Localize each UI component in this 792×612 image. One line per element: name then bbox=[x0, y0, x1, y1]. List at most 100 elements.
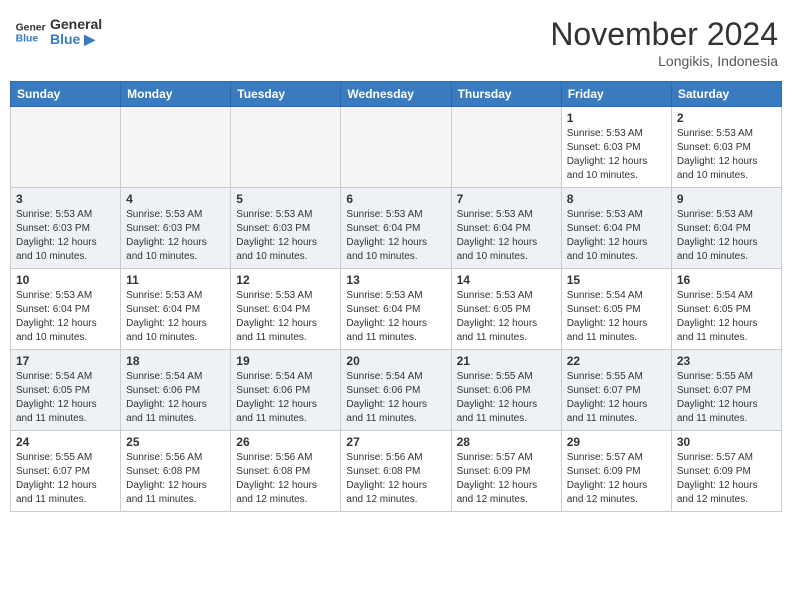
svg-text:General: General bbox=[16, 22, 46, 33]
calendar-table: SundayMondayTuesdayWednesdayThursdayFrid… bbox=[10, 81, 782, 512]
day-number: 4 bbox=[126, 192, 225, 206]
day-info: Sunrise: 5:55 AMSunset: 6:07 PMDaylight:… bbox=[16, 451, 115, 507]
logo: General Blue General Blue ▶ bbox=[14, 16, 102, 48]
day-info: Sunrise: 5:53 AMSunset: 6:04 PMDaylight:… bbox=[346, 289, 445, 345]
day-info: Sunrise: 5:53 AMSunset: 6:04 PMDaylight:… bbox=[677, 208, 776, 264]
location: Longikis, Indonesia bbox=[550, 53, 778, 69]
day-info: Sunrise: 5:53 AMSunset: 6:04 PMDaylight:… bbox=[236, 289, 335, 345]
calendar-cell-11: 11Sunrise: 5:53 AMSunset: 6:04 PMDayligh… bbox=[121, 269, 231, 350]
calendar-cell-18: 18 Sunrise: 5:54 AMSunset: 6:06 PMDayligh… bbox=[121, 350, 231, 431]
day-number: 30 bbox=[677, 435, 776, 449]
calendar-cell-30: 30 Sunrise: 5:57 AMSunset: 6:09 PMDayligh… bbox=[671, 431, 781, 512]
day-info: Sunrise: 5:56 AMSunset: 6:08 PMDaylight:… bbox=[126, 451, 225, 507]
calendar-cell-19: 19Sunrise: 5:54 AMSunset: 6:06 PMDayligh… bbox=[231, 350, 341, 431]
day-number: 21 bbox=[457, 354, 556, 368]
day-info: Sunrise: 5:56 AMSunset: 6:08 PMDaylight:… bbox=[346, 451, 445, 507]
weekday-header-row: SundayMondayTuesdayWednesdayThursdayFrid… bbox=[11, 82, 782, 107]
weekday-header-saturday: Saturday bbox=[671, 82, 781, 107]
day-number: 5 bbox=[236, 192, 335, 206]
weekday-header-sunday: Sunday bbox=[11, 82, 121, 107]
day-info: Sunrise: 5:53 AMSunset: 6:03 PMDaylight:… bbox=[677, 127, 776, 183]
day-number: 9 bbox=[677, 192, 776, 206]
calendar-cell-5: 5 Sunrise: 5:53 AMSunset: 6:03 PMDaylight… bbox=[231, 188, 341, 269]
week-row-4: 17 Sunrise: 5:54 AMSunset: 6:05 PMDayligh… bbox=[11, 350, 782, 431]
calendar-cell-22: 22 Sunrise: 5:55 AMSunset: 6:07 PMDayligh… bbox=[561, 350, 671, 431]
logo-icon: General Blue bbox=[14, 16, 46, 48]
day-info: Sunrise: 5:53 AMSunset: 6:03 PMDaylight:… bbox=[567, 127, 666, 183]
day-info: Sunrise: 5:54 AMSunset: 6:05 PMDaylight:… bbox=[16, 370, 115, 426]
weekday-header-friday: Friday bbox=[561, 82, 671, 107]
calendar-cell-10: 10 Sunrise: 5:53 AMSunset: 6:04 PMDayligh… bbox=[11, 269, 121, 350]
day-info: Sunrise: 5:53 AMSunset: 6:04 PMDaylight:… bbox=[126, 289, 225, 345]
day-number: 13 bbox=[346, 273, 445, 287]
logo-blue: Blue ▶ bbox=[50, 32, 102, 47]
weekday-header-tuesday: Tuesday bbox=[231, 82, 341, 107]
week-row-1: 1 Sunrise: 5:53 AMSunset: 6:03 PMDaylight… bbox=[11, 107, 782, 188]
day-number: 7 bbox=[457, 192, 556, 206]
day-number: 14 bbox=[457, 273, 556, 287]
day-number: 27 bbox=[346, 435, 445, 449]
week-row-5: 24 Sunrise: 5:55 AMSunset: 6:07 PMDayligh… bbox=[11, 431, 782, 512]
day-info: Sunrise: 5:56 AMSunset: 6:08 PMDaylight:… bbox=[236, 451, 335, 507]
day-number: 28 bbox=[457, 435, 556, 449]
day-number: 3 bbox=[16, 192, 115, 206]
calendar-cell-empty bbox=[11, 107, 121, 188]
week-row-3: 10 Sunrise: 5:53 AMSunset: 6:04 PMDayligh… bbox=[11, 269, 782, 350]
day-number: 17 bbox=[16, 354, 115, 368]
day-number: 22 bbox=[567, 354, 666, 368]
calendar-cell-9: 9 Sunrise: 5:53 AMSunset: 6:04 PMDaylight… bbox=[671, 188, 781, 269]
calendar-cell-28: 28Sunrise: 5:57 AMSunset: 6:09 PMDayligh… bbox=[451, 431, 561, 512]
calendar-cell-15: 15 Sunrise: 5:54 AMSunset: 6:05 PMDayligh… bbox=[561, 269, 671, 350]
day-info: Sunrise: 5:57 AMSunset: 6:09 PMDaylight:… bbox=[677, 451, 776, 507]
calendar-cell-16: 16Sunrise: 5:54 AMSunset: 6:05 PMDayligh… bbox=[671, 269, 781, 350]
day-number: 18 bbox=[126, 354, 225, 368]
calendar-cell-3: 3Sunrise: 5:53 AMSunset: 6:03 PMDaylight… bbox=[11, 188, 121, 269]
weekday-header-wednesday: Wednesday bbox=[341, 82, 451, 107]
calendar-cell-12: 12Sunrise: 5:53 AMSunset: 6:04 PMDayligh… bbox=[231, 269, 341, 350]
day-number: 2 bbox=[677, 111, 776, 125]
calendar-cell-6: 6Sunrise: 5:53 AMSunset: 6:04 PMDaylight… bbox=[341, 188, 451, 269]
page-header: General Blue General Blue ▶ November 202… bbox=[10, 10, 782, 75]
svg-text:Blue: Blue bbox=[16, 34, 39, 45]
day-number: 6 bbox=[346, 192, 445, 206]
day-number: 25 bbox=[126, 435, 225, 449]
calendar-cell-8: 8Sunrise: 5:53 AMSunset: 6:04 PMDaylight… bbox=[561, 188, 671, 269]
day-number: 1 bbox=[567, 111, 666, 125]
week-row-2: 3 Sunrise: 5:53 AMSunset: 6:03 PMDaylight… bbox=[11, 188, 782, 269]
day-number: 24 bbox=[16, 435, 115, 449]
day-info: Sunrise: 5:55 AMSunset: 6:07 PMDaylight:… bbox=[677, 370, 776, 426]
calendar-cell-2: 2 Sunrise: 5:53 AMSunset: 6:03 PMDaylight… bbox=[671, 107, 781, 188]
calendar-cell-13: 13 Sunrise: 5:53 AMSunset: 6:04 PMDayligh… bbox=[341, 269, 451, 350]
calendar-cell-empty bbox=[231, 107, 341, 188]
day-info: Sunrise: 5:53 AMSunset: 6:04 PMDaylight:… bbox=[16, 289, 115, 345]
calendar-cell-20: 20 Sunrise: 5:54 AMSunset: 6:06 PMDayligh… bbox=[341, 350, 451, 431]
calendar-cell-7: 7 Sunrise: 5:53 AMSunset: 6:04 PMDaylight… bbox=[451, 188, 561, 269]
day-info: Sunrise: 5:54 AMSunset: 6:06 PMDaylight:… bbox=[346, 370, 445, 426]
day-info: Sunrise: 5:54 AMSunset: 6:06 PMDaylight:… bbox=[126, 370, 225, 426]
month-title: November 2024 bbox=[550, 16, 778, 53]
day-info: Sunrise: 5:55 AMSunset: 6:07 PMDaylight:… bbox=[567, 370, 666, 426]
calendar-cell-23: 23 Sunrise: 5:55 AMSunset: 6:07 PMDayligh… bbox=[671, 350, 781, 431]
day-number: 23 bbox=[677, 354, 776, 368]
day-info: Sunrise: 5:54 AMSunset: 6:05 PMDaylight:… bbox=[567, 289, 666, 345]
day-info: Sunrise: 5:53 AMSunset: 6:03 PMDaylight:… bbox=[126, 208, 225, 264]
calendar-cell-4: 4 Sunrise: 5:53 AMSunset: 6:03 PMDaylight… bbox=[121, 188, 231, 269]
day-info: Sunrise: 5:53 AMSunset: 6:05 PMDaylight:… bbox=[457, 289, 556, 345]
calendar-cell-25: 25 Sunrise: 5:56 AMSunset: 6:08 PMDayligh… bbox=[121, 431, 231, 512]
calendar-cell-14: 14 Sunrise: 5:53 AMSunset: 6:05 PMDayligh… bbox=[451, 269, 561, 350]
day-info: Sunrise: 5:53 AMSunset: 6:04 PMDaylight:… bbox=[457, 208, 556, 264]
calendar-cell-empty bbox=[121, 107, 231, 188]
day-number: 26 bbox=[236, 435, 335, 449]
day-info: Sunrise: 5:57 AMSunset: 6:09 PMDaylight:… bbox=[567, 451, 666, 507]
calendar-cell-17: 17 Sunrise: 5:54 AMSunset: 6:05 PMDayligh… bbox=[11, 350, 121, 431]
calendar-cell-1: 1 Sunrise: 5:53 AMSunset: 6:03 PMDaylight… bbox=[561, 107, 671, 188]
day-number: 15 bbox=[567, 273, 666, 287]
weekday-header-monday: Monday bbox=[121, 82, 231, 107]
calendar-cell-24: 24 Sunrise: 5:55 AMSunset: 6:07 PMDayligh… bbox=[11, 431, 121, 512]
calendar-cell-29: 29Sunrise: 5:57 AMSunset: 6:09 PMDayligh… bbox=[561, 431, 671, 512]
day-number: 10 bbox=[16, 273, 115, 287]
title-block: November 2024 Longikis, Indonesia bbox=[550, 16, 778, 69]
day-info: Sunrise: 5:53 AMSunset: 6:03 PMDaylight:… bbox=[236, 208, 335, 264]
day-number: 20 bbox=[346, 354, 445, 368]
day-number: 16 bbox=[677, 273, 776, 287]
